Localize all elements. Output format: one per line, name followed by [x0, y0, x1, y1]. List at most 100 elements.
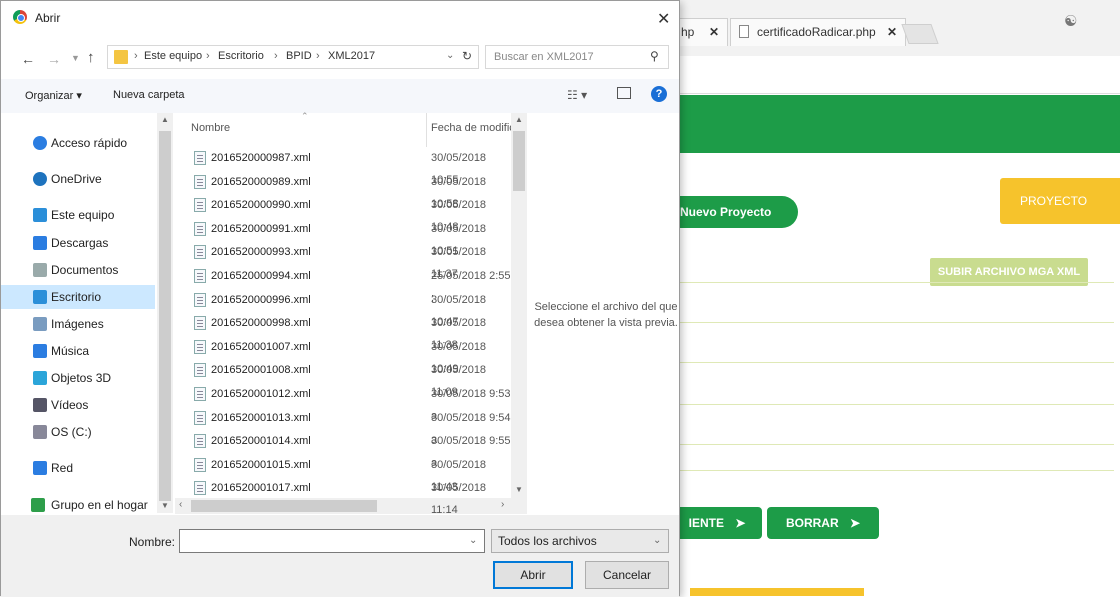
- chevron-down-icon[interactable]: ⌄: [653, 535, 661, 546]
- chevron-down-icon[interactable]: ▼: [71, 53, 80, 63]
- address-path[interactable]: › Este equipo › Escritorio › BPID › XML2…: [107, 45, 479, 69]
- file-name: 2016520000989.xml: [211, 175, 311, 188]
- nav-item-imágenes[interactable]: Imágenes: [1, 312, 155, 336]
- nav-item-documentos[interactable]: Documentos: [1, 258, 155, 282]
- file-row[interactable]: 2016520001015.xml 30/05/2018 11:43: [191, 454, 511, 493]
- open-button[interactable]: Abrir: [493, 561, 573, 589]
- search-input[interactable]: Buscar en XML2017 ⚲: [485, 45, 669, 69]
- filelist-hscrollbar-thumb[interactable]: [191, 500, 377, 512]
- nav-item-grupo-en-el-hogar[interactable]: Grupo en el hogar: [1, 493, 155, 517]
- filetype-select[interactable]: Todos los archivos: [491, 529, 669, 553]
- dialog-title: Abrir: [35, 11, 61, 25]
- close-icon[interactable]: ✕: [657, 9, 670, 29]
- organizar-menu[interactable]: Organizar ▾: [25, 89, 82, 102]
- nav-item-onedrive[interactable]: OneDrive: [1, 167, 155, 191]
- yellow-button-partial[interactable]: [690, 588, 864, 596]
- siguiente-button[interactable]: IENTE ➤: [672, 507, 762, 539]
- desktop-icon: [33, 290, 47, 304]
- open-file-dialog: Abrir ✕ ← → ▼ ↑ › Este equipo › Escritor…: [0, 0, 680, 597]
- file-row[interactable]: 2016520000989.xml 30/05/2018 10:58: [191, 171, 511, 210]
- nav-item-escritorio[interactable]: Escritorio: [1, 285, 155, 309]
- file-name: 2016520001017.xml: [211, 482, 311, 495]
- video-icon: [33, 398, 47, 412]
- nav-item-objetos-3d[interactable]: Objetos 3D: [1, 366, 155, 390]
- column-header-nombre[interactable]: Nombre: [191, 122, 230, 134]
- back-arrow-icon[interactable]: ←: [21, 51, 35, 67]
- nav-item-label: Descargas: [51, 236, 109, 250]
- nuevo-proyecto-button[interactable]: Nuevo Proyecto: [664, 196, 798, 228]
- xml-file-icon: [194, 269, 206, 283]
- scroll-down-icon[interactable]: ▼: [515, 485, 523, 494]
- nueva-carpeta-button[interactable]: Nueva carpeta: [113, 89, 185, 101]
- file-row[interactable]: 2016520000987.xml 30/05/2018 10:55: [191, 147, 511, 186]
- file-row[interactable]: 2016520001013.xml 30/05/2018 9:54 a: [191, 407, 511, 446]
- filelist-vscrollbar-thumb[interactable]: [513, 131, 525, 191]
- file-row[interactable]: 2016520001008.xml 30/05/2018 11:09: [191, 359, 511, 398]
- filename-input[interactable]: [179, 529, 485, 553]
- scroll-left-icon[interactable]: ‹: [179, 499, 182, 510]
- button-label: IENTE: [688, 516, 724, 530]
- xml-file-icon: [194, 221, 206, 236]
- file-date: 30/05/2018 11:14: [431, 482, 487, 517]
- file-row[interactable]: 2016520001007.xml 30/05/2018 10:49: [191, 336, 511, 375]
- cancel-button[interactable]: Cancelar: [585, 561, 669, 589]
- up-arrow-icon[interactable]: ↑: [87, 49, 95, 66]
- nav-item-acceso-rápido[interactable]: Acceso rápido: [1, 131, 155, 155]
- xml-file-icon: [194, 198, 206, 213]
- nav-item-este-equipo[interactable]: Este equipo: [1, 203, 155, 227]
- person-icon[interactable]: ☯: [1064, 12, 1077, 30]
- nav-item-os-c-[interactable]: OS (C:): [1, 420, 155, 444]
- arrow-icon: ➤: [735, 516, 746, 530]
- proyecto-generar-button[interactable]: PROYECTO GENER: [1000, 178, 1120, 254]
- file-name: 2016520001007.xml: [211, 340, 311, 353]
- nav-item-música[interactable]: Música: [1, 339, 155, 363]
- dialog-footer: [1, 515, 679, 597]
- nav-item-vídeos[interactable]: Vídeos: [1, 393, 155, 417]
- nav-scrollbar-thumb[interactable]: [159, 131, 171, 501]
- chevron-down-icon[interactable]: ⌄: [446, 50, 454, 61]
- nav-item-descargas[interactable]: Descargas: [1, 231, 155, 255]
- refresh-icon[interactable]: ↻: [462, 49, 472, 63]
- xml-file-icon: [194, 387, 206, 401]
- chevron-right-icon: ›: [274, 50, 278, 62]
- scroll-up-icon[interactable]: ▲: [515, 115, 523, 124]
- column-divider[interactable]: [426, 113, 427, 147]
- help-icon[interactable]: ?: [651, 86, 667, 102]
- nav-item-red[interactable]: Red: [1, 456, 155, 480]
- xml-file-icon: [194, 316, 206, 331]
- search-icon[interactable]: ⚲: [650, 49, 659, 63]
- borrar-button[interactable]: BORRAR ➤: [767, 507, 879, 539]
- breadcrumb-este-equipo[interactable]: Este equipo: [144, 50, 202, 62]
- nav-item-label: OneDrive: [51, 172, 102, 186]
- xml-file-icon: [194, 363, 206, 378]
- nav-item-label: Imágenes: [51, 317, 104, 331]
- scroll-up-icon[interactable]: ▲: [161, 115, 169, 124]
- tab-close-icon[interactable]: ✕: [709, 19, 719, 45]
- file-row[interactable]: 2016520001012.xml 30/05/2018 9:53 a: [191, 383, 511, 422]
- browser-tab-certificado[interactable]: certificadoRadicar.php ✕: [730, 18, 906, 46]
- forward-arrow-icon[interactable]: →: [47, 51, 61, 67]
- view-options-icon[interactable]: ☷ ▾: [567, 88, 587, 102]
- breadcrumb-xml2017[interactable]: XML2017: [328, 50, 375, 62]
- browser-tab[interactable]: hp ✕: [672, 18, 728, 46]
- file-row[interactable]: 2016520000998.xml 30/05/2018 11:38: [191, 312, 511, 351]
- file-row[interactable]: 2016520000994.xml 25/05/2018 2:55 ;: [191, 265, 511, 304]
- tab-close-icon[interactable]: ✕: [887, 19, 897, 45]
- file-row[interactable]: 2016520001017.xml 30/05/2018 11:14: [191, 477, 511, 516]
- file-row[interactable]: 2016520001014.xml 30/05/2018 9:55 a: [191, 430, 511, 469]
- file-row[interactable]: 2016520000996.xml 30/05/2018 10:47: [191, 289, 511, 328]
- file-name: 2016520000996.xml: [211, 293, 311, 306]
- file-row[interactable]: 2016520000990.xml 30/05/2018 10:48: [191, 194, 511, 233]
- scroll-down-icon[interactable]: ▼: [161, 501, 169, 510]
- nav-item-label: Objetos 3D: [51, 371, 112, 385]
- breadcrumb-bpid[interactable]: BPID: [286, 50, 312, 62]
- file-row[interactable]: 2016520000991.xml 30/05/2018 10:51: [191, 218, 511, 257]
- download-icon: [33, 236, 47, 250]
- chevron-down-icon[interactable]: ⌄: [469, 535, 477, 546]
- breadcrumb-escritorio[interactable]: Escritorio: [218, 50, 264, 62]
- preview-pane-icon[interactable]: [617, 87, 631, 99]
- column-header-fecha[interactable]: Fecha de modific: [431, 122, 515, 134]
- chevron-right-icon: ›: [316, 50, 320, 62]
- file-row[interactable]: 2016520000993.xml 30/05/2018 11:37: [191, 241, 511, 280]
- page-icon: [739, 25, 749, 38]
